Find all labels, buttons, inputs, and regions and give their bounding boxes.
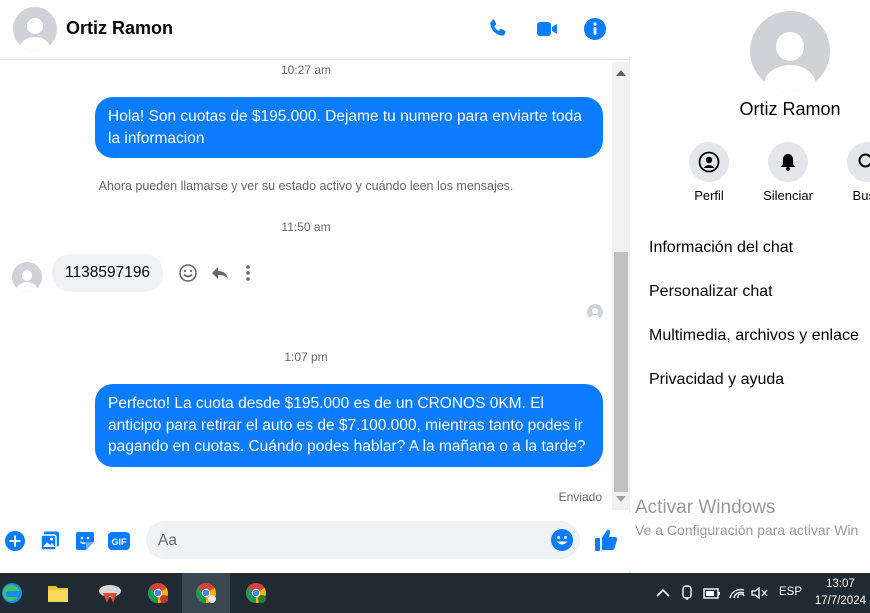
taskbar-chrome-1[interactable] xyxy=(134,573,182,613)
privacy-help-row[interactable]: Privacidad y ayuda xyxy=(649,371,784,389)
chevron-up-icon[interactable] xyxy=(656,587,670,599)
profile-icon xyxy=(698,151,720,173)
taskbar-edge[interactable] xyxy=(0,573,36,613)
timestamp: 11:50 am xyxy=(281,220,331,234)
like-button[interactable] xyxy=(593,527,619,553)
call-button[interactable] xyxy=(485,16,511,42)
react-emoji-icon[interactable] xyxy=(178,263,198,283)
bell-icon xyxy=(781,154,795,171)
outgoing-message[interactable]: Perfecto! La cuota desde $195.000 es de … xyxy=(95,384,603,467)
scroll-thumb[interactable] xyxy=(614,252,628,492)
chat-info-row[interactable]: Información del chat xyxy=(649,239,793,257)
phone-icon xyxy=(490,19,506,36)
message-status: Enviado xyxy=(558,490,602,504)
chat-pane: Ortiz Ramon 10:27 am Hola! Son cuotas de… xyxy=(0,0,630,573)
battery-icon[interactable] xyxy=(703,586,721,600)
profile-label: Perfil xyxy=(694,188,724,203)
clock-date: 17/7/2024 xyxy=(814,595,866,607)
message-list[interactable]: 10:27 am Hola! Son cuotas de $195.000. D… xyxy=(0,60,612,510)
sidebar-contact-name: Ortiz Ramon xyxy=(739,99,841,119)
message-input-placeholder: Aa xyxy=(158,532,177,549)
taskbar-app[interactable] xyxy=(86,573,134,613)
activate-windows-watermark: Activar Windows Ve a Configuración para … xyxy=(635,497,858,538)
info-button[interactable] xyxy=(582,16,608,42)
gif-icon: GIF xyxy=(108,532,130,550)
language-indicator[interactable]: ESP xyxy=(779,586,802,598)
message-actions xyxy=(178,263,252,283)
more-options-icon[interactable] xyxy=(244,263,252,283)
emoji-icon[interactable] xyxy=(550,528,574,552)
svg-text:GIF: GIF xyxy=(112,537,128,547)
taskbar-chrome-3[interactable] xyxy=(232,573,280,613)
reply-icon[interactable] xyxy=(210,263,230,283)
video-call-button[interactable] xyxy=(534,16,560,42)
watermark-subtitle: Ve a Configuración para activar Win xyxy=(635,522,859,538)
chrome-icon xyxy=(148,583,168,603)
scroll-up-arrow[interactable] xyxy=(616,70,626,76)
profile-button[interactable]: Perfil xyxy=(669,142,749,203)
search-icon xyxy=(858,153,870,168)
mute-button[interactable]: Silenciar xyxy=(748,142,828,203)
sticker-button[interactable] xyxy=(73,529,97,553)
search-label: Busc xyxy=(852,188,870,203)
taskbar-file-explorer[interactable] xyxy=(34,573,82,613)
attach-photo-button[interactable] xyxy=(38,529,62,553)
info-icon xyxy=(584,18,606,40)
image-icon xyxy=(40,531,59,551)
taskbar-chrome-2[interactable] xyxy=(182,573,230,613)
outgoing-message[interactable]: Hola! Son cuotas de $195.000. Dejame tu … xyxy=(95,97,603,158)
contact-name[interactable]: Ortiz Ramon xyxy=(66,18,173,39)
video-camera-icon xyxy=(537,22,557,36)
thumbs-up-icon xyxy=(595,529,618,551)
chrome-icon xyxy=(246,583,266,603)
timestamp: 1:07 pm xyxy=(284,350,328,364)
wifi-icon[interactable] xyxy=(729,586,745,600)
meet-now-icon[interactable] xyxy=(680,585,694,601)
search-button[interactable]: Busc xyxy=(827,142,870,203)
conversation-info-panel: Ortiz Ramon Perfil Silenciar Busc xyxy=(631,0,870,573)
system-clock[interactable]: 13:07 17/7/2024 xyxy=(815,576,866,610)
sender-avatar[interactable] xyxy=(12,262,42,292)
chrome-icon xyxy=(196,583,216,603)
seen-indicator-avatar xyxy=(587,304,603,320)
customize-chat-row[interactable]: Personalizar chat xyxy=(649,283,773,301)
chat-header: Ortiz Ramon xyxy=(0,0,630,60)
media-files-links-row[interactable]: Multimedia, archivos y enlace xyxy=(649,327,859,345)
gif-button[interactable]: GIF xyxy=(107,529,131,553)
sidebar-avatar[interactable] xyxy=(750,11,830,91)
scroll-down-arrow[interactable] xyxy=(616,496,626,502)
mute-label: Silenciar xyxy=(763,188,813,203)
contact-avatar[interactable] xyxy=(13,7,57,51)
more-actions-button[interactable] xyxy=(3,529,27,553)
scrollbar[interactable] xyxy=(612,62,630,510)
app-icon xyxy=(99,585,121,603)
edge-browser-icon xyxy=(2,583,22,603)
composer: GIF Aa xyxy=(0,513,630,571)
timestamp: 10:27 am xyxy=(280,63,332,77)
clock-time: 13:07 xyxy=(826,578,855,590)
plus-circle-icon xyxy=(5,531,25,551)
volume-muted-icon[interactable] xyxy=(751,586,769,600)
watermark-title: Activar Windows xyxy=(635,497,776,518)
folder-icon xyxy=(48,586,68,602)
incoming-message[interactable]: 1138597196 xyxy=(52,254,164,292)
windows-taskbar: ESP 13:07 17/7/2024 xyxy=(0,573,870,613)
sticker-icon xyxy=(76,532,94,550)
system-notice: Ahora pueden llamarse y ver su estado ac… xyxy=(98,179,514,193)
message-input[interactable]: Aa xyxy=(146,521,580,559)
